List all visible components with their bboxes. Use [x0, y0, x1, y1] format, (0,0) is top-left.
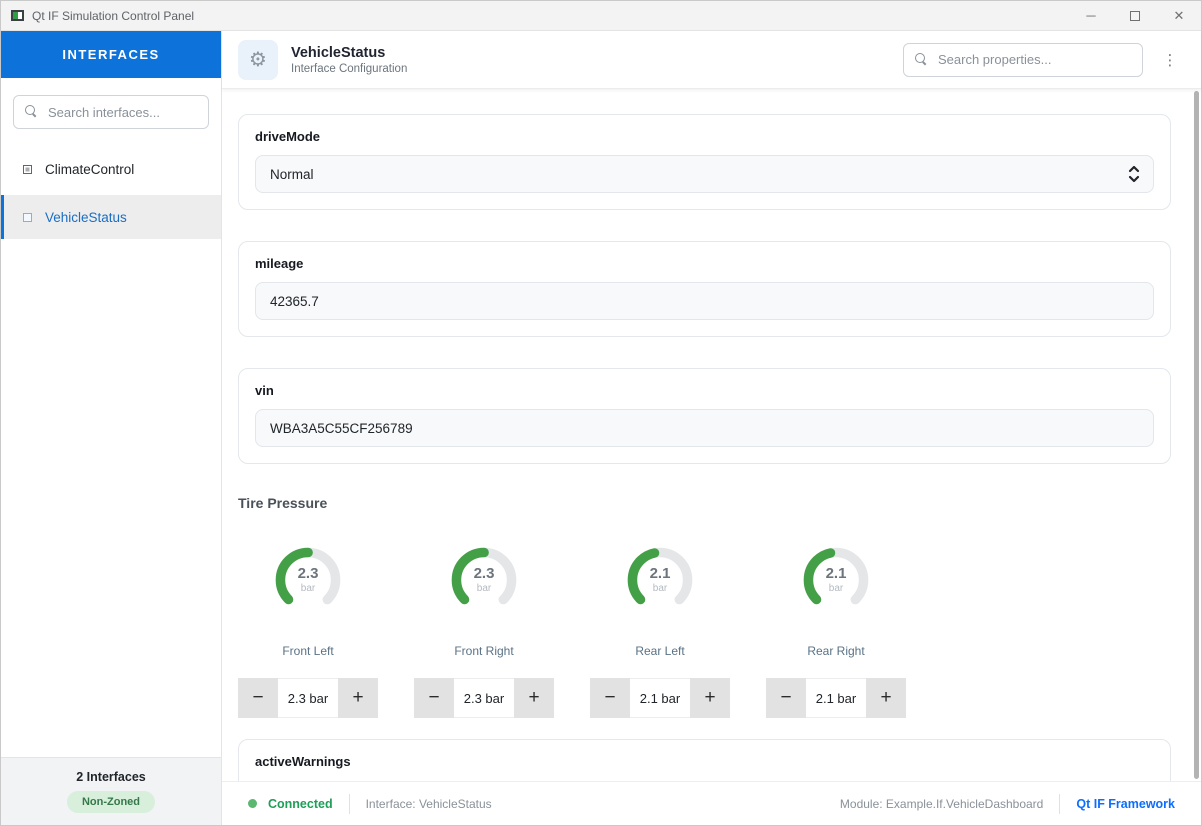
gauge-label: Rear Left: [635, 644, 685, 658]
pressure-gauge: 2.3 bar: [270, 542, 346, 618]
overflow-menu-icon[interactable]: ⋮: [1155, 45, 1185, 75]
interface-count: 2 Interfaces: [76, 770, 146, 784]
framework-link[interactable]: Qt IF Framework: [1076, 797, 1175, 811]
section-title: Tire Pressure: [238, 495, 328, 511]
decrease-button[interactable]: −: [238, 678, 278, 718]
divider: [348, 793, 350, 814]
app-icon: [11, 10, 24, 21]
gauge-value: 2.1: [649, 565, 671, 583]
gauge-value: 2.3: [473, 565, 495, 583]
pressure-stepper: − 2.1 bar +: [590, 678, 730, 718]
vertical-scrollbar[interactable]: [1194, 91, 1199, 779]
drivemode-select[interactable]: Normal: [255, 155, 1154, 193]
gauge-unit: bar: [828, 582, 844, 594]
increase-button[interactable]: +: [514, 678, 554, 718]
gear-icon: ⚙: [249, 48, 267, 71]
field-label: mileage: [255, 256, 304, 271]
stepper-value: 2.1 bar: [630, 678, 690, 718]
window-controls: ─ ✕: [1069, 1, 1201, 30]
sidebar-header: INTERFACES: [1, 31, 221, 78]
pressure-stepper: − 2.3 bar +: [238, 678, 378, 718]
statusbar-module: Module: Example.If.VehicleDashboard: [839, 796, 1044, 811]
tire-pressure-section: Tire Pressure 2.3 bar Front Left − 2.3 b…: [238, 495, 1171, 718]
increase-button[interactable]: +: [866, 678, 906, 718]
connection-status: Connected: [268, 796, 333, 811]
close-button[interactable]: ✕: [1157, 1, 1201, 30]
sidebar: INTERFACES ClimateControl VehicleStatus …: [1, 31, 222, 825]
card-activewarnings: activeWarnings Items (1) Add #1 ×: [238, 739, 1171, 781]
sidebar-item-label: ClimateControl: [45, 161, 135, 177]
window-title: Qt IF Simulation Control Panel: [32, 8, 195, 23]
pressure-gauge: 2.1 bar: [798, 542, 874, 618]
interface-search: [13, 95, 209, 129]
interface-gear-badge: ⚙: [238, 39, 278, 80]
gauge-label: Front Right: [454, 644, 514, 658]
pressure-gauge: 2.3 bar: [446, 542, 522, 618]
card-mileage: mileage: [238, 241, 1171, 337]
main-header: ⚙ VehicleStatus Interface Configuration …: [222, 31, 1201, 89]
maximize-button[interactable]: [1113, 1, 1157, 30]
gauge-unit: bar: [476, 582, 492, 594]
connection-status-icon: [248, 799, 257, 808]
main-panel: ⚙ VehicleStatus Interface Configuration …: [222, 31, 1201, 825]
card-vin: vin: [238, 368, 1171, 464]
divider: [1059, 793, 1061, 814]
stepper-value: 2.3 bar: [278, 678, 338, 718]
gauge-label: Front Left: [282, 644, 334, 658]
title-bar: Qt IF Simulation Control Panel ─ ✕: [1, 1, 1201, 31]
field-label: driveMode: [255, 129, 321, 144]
property-list: driveMode Normal mileage 42365.7 vin WBA…: [222, 89, 1201, 781]
pressure-stepper: − 2.3 bar +: [414, 678, 554, 718]
drivemode-selected-value: Normal: [270, 166, 314, 182]
decrease-button[interactable]: −: [414, 678, 454, 718]
decrease-button[interactable]: −: [590, 678, 630, 718]
maximize-icon: [1130, 10, 1140, 21]
statusbar-interface: Interface: VehicleStatus: [365, 796, 492, 811]
property-search-input[interactable]: [903, 42, 1143, 77]
page-title: VehicleStatus: [291, 44, 386, 61]
increase-button[interactable]: +: [690, 678, 730, 718]
gauge-rear-left: 2.1 bar Rear Left − 2.1 bar +: [590, 534, 730, 718]
interface-search-input[interactable]: [13, 95, 209, 129]
sidebar-item-label: VehicleStatus: [45, 209, 127, 225]
gauge-value: 2.1: [825, 565, 847, 583]
sidebar-footer: 2 Interfaces Non-Zoned: [1, 757, 221, 825]
page-subtitle: Interface Configuration: [291, 62, 408, 75]
interface-icon: [23, 164, 32, 174]
app-window: Qt IF Simulation Control Panel ─ ✕ INTER…: [0, 0, 1202, 826]
increase-button[interactable]: +: [338, 678, 378, 718]
stepper-value: 2.3 bar: [454, 678, 514, 718]
gauge-label: Rear Right: [807, 644, 865, 658]
interface-list: ClimateControl VehicleStatus: [1, 147, 221, 243]
decrease-button[interactable]: −: [766, 678, 806, 718]
zone-badge: Non-Zoned: [66, 791, 156, 813]
pressure-stepper: − 2.1 bar +: [766, 678, 906, 718]
sidebar-item-vehiclestatus[interactable]: VehicleStatus: [1, 195, 221, 239]
stepper-value: 2.1 bar: [806, 678, 866, 718]
vin-input[interactable]: [255, 409, 1154, 447]
search-icon: [25, 105, 35, 115]
gauge-rear-right: 2.1 bar Rear Right − 2.1 bar +: [766, 534, 906, 718]
gauge-row: 2.3 bar Front Left − 2.3 bar + 2.3 bar F…: [238, 534, 1171, 718]
sidebar-item-climatecontrol[interactable]: ClimateControl: [1, 147, 221, 191]
minimize-button[interactable]: ─: [1069, 1, 1113, 30]
property-search: [903, 42, 1143, 77]
gauge-unit: bar: [300, 582, 316, 594]
gauge-front-right: 2.3 bar Front Right − 2.3 bar +: [414, 534, 554, 718]
search-icon: [915, 52, 925, 63]
gauge-unit: bar: [652, 582, 668, 594]
chevron-up-down-icon: [1128, 165, 1140, 183]
field-label: vin: [255, 383, 274, 398]
gauge-value: 2.3: [297, 565, 319, 583]
status-bar: Connected Interface: VehicleStatus Modul…: [222, 781, 1201, 825]
mileage-input[interactable]: [255, 282, 1154, 320]
gauge-front-left: 2.3 bar Front Left − 2.3 bar +: [238, 534, 378, 718]
pressure-gauge: 2.1 bar: [622, 542, 698, 618]
interface-icon: [23, 212, 32, 222]
field-label: activeWarnings: [255, 754, 351, 769]
card-drivemode: driveMode Normal: [238, 114, 1171, 210]
